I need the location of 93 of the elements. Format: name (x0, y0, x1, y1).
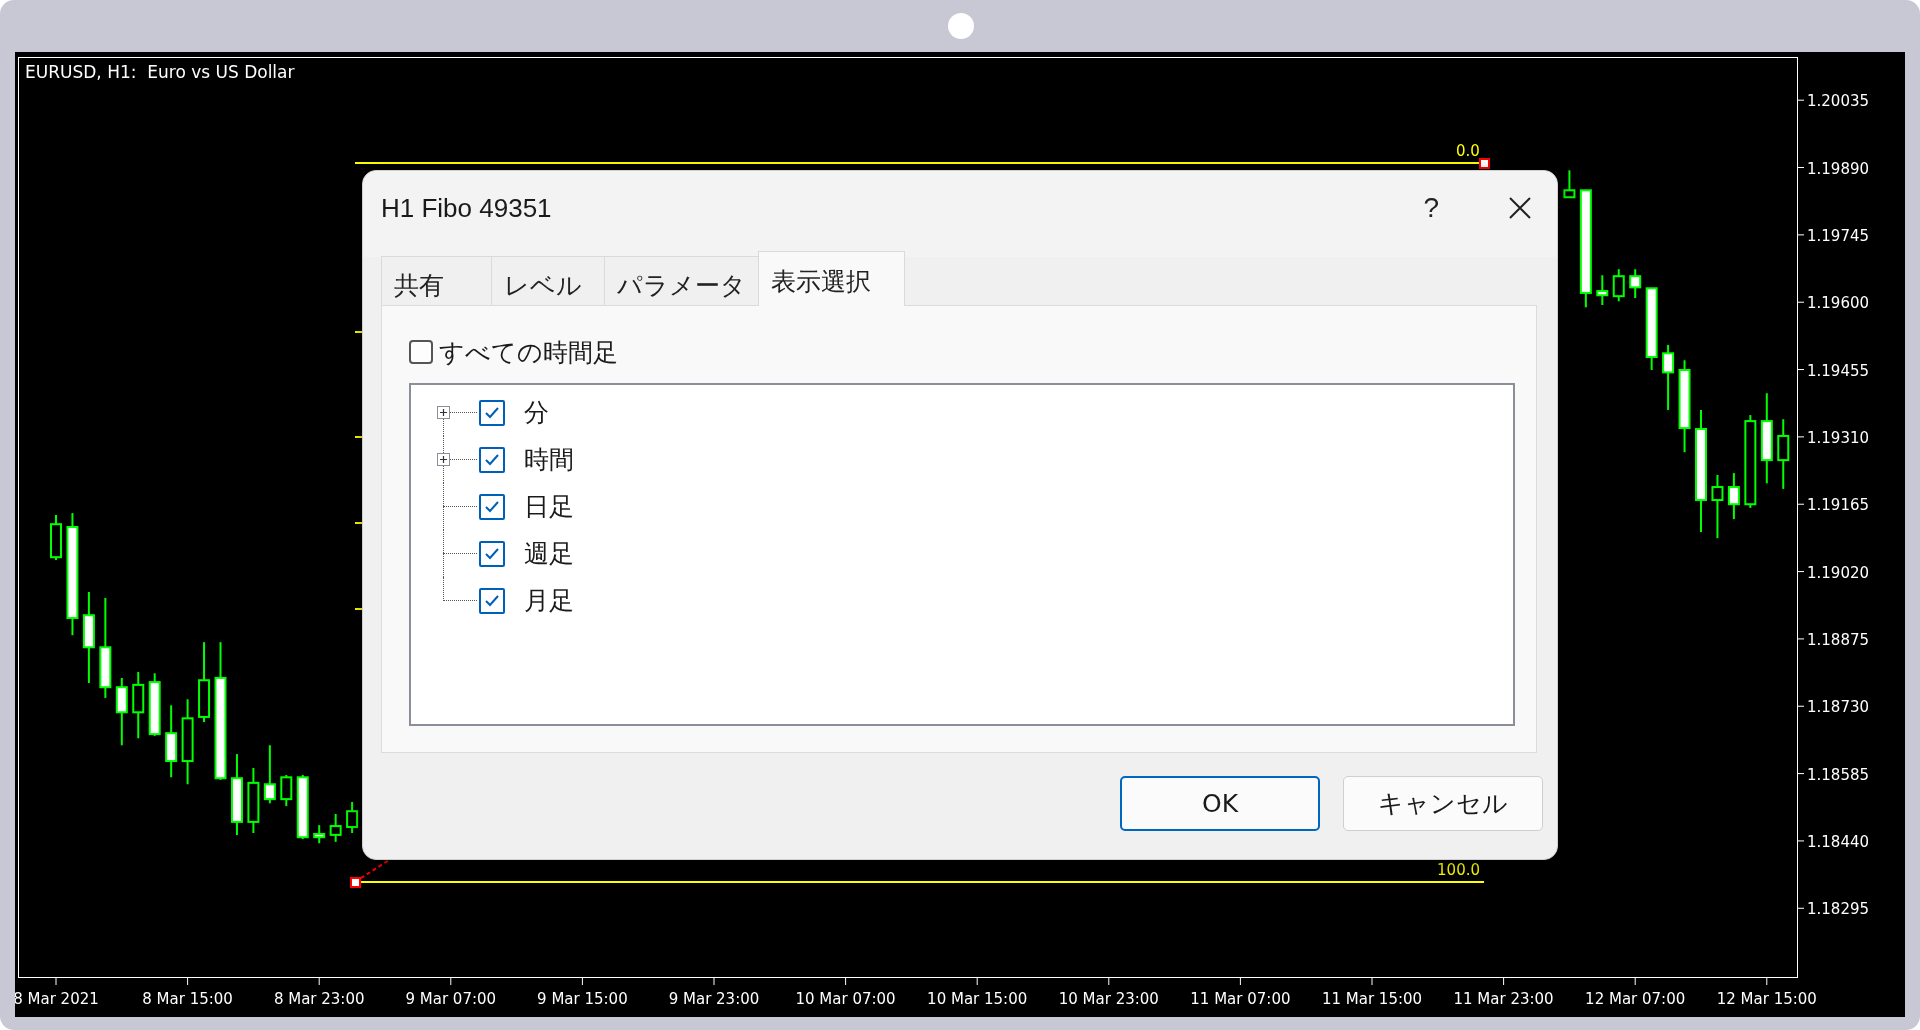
checkbox[interactable] (479, 493, 505, 520)
candle-body (230, 777, 243, 823)
candle-body (263, 783, 276, 801)
time-label: 11 Mar 07:00 (1190, 990, 1291, 1008)
candle-body (1612, 275, 1625, 298)
help-button[interactable]: ? (1417, 192, 1445, 236)
candle-body (1777, 434, 1790, 462)
anchor-handle[interactable] (350, 877, 361, 888)
time-label: 10 Mar 23:00 (1058, 990, 1159, 1008)
price-label: 1.20035 (1807, 92, 1870, 111)
tree-item-label[interactable]: 時間 (524, 443, 574, 476)
time-label: 12 Mar 07:00 (1585, 990, 1686, 1008)
candle-wick (351, 800, 354, 835)
checkbox-label: すべての時間足 (439, 336, 618, 369)
price-label: 1.18875 (1807, 630, 1870, 649)
time-label: 9 Mar 23:00 (668, 990, 760, 1008)
time-label: 10 Mar 15:00 (927, 990, 1028, 1008)
candle-wick (1601, 274, 1604, 306)
candle-body (247, 781, 260, 823)
tab[interactable]: 表示選択 (758, 251, 905, 306)
candle-body (181, 717, 194, 763)
candle-body (148, 681, 161, 736)
candle-body (1711, 486, 1724, 502)
tab[interactable]: 共有 (381, 256, 492, 305)
tree-item-label[interactable]: 分 (524, 396, 549, 429)
candle-body (1645, 287, 1658, 358)
plus-icon (438, 454, 449, 465)
price-label: 1.19745 (1807, 226, 1870, 245)
candle-body (1662, 352, 1675, 374)
candle-wick (1732, 472, 1735, 521)
checkbox[interactable] (479, 399, 505, 426)
price-label: 1.18730 (1807, 698, 1870, 717)
candle-body (1563, 189, 1576, 199)
candle-body (296, 776, 309, 839)
candle-wick (1617, 268, 1620, 303)
candle-body (1596, 290, 1609, 297)
candle-body (1629, 275, 1642, 289)
candle-wick (318, 824, 321, 845)
time-label: 9 Mar 07:00 (405, 990, 497, 1008)
candle-wick (268, 744, 271, 805)
price-label: 1.19600 (1807, 294, 1870, 313)
fibo-level-label: 100.0 (1437, 861, 1480, 879)
expand-button[interactable] (437, 406, 450, 419)
time-label: 9 Mar 15:00 (537, 990, 628, 1008)
candle-body (313, 832, 326, 839)
candle-body (329, 825, 342, 836)
tree-item-label[interactable]: 日足 (524, 490, 574, 523)
price-label: 1.18295 (1807, 900, 1870, 919)
candle-wick (1667, 343, 1670, 411)
price-label: 1.18440 (1807, 832, 1870, 851)
candle-body (132, 683, 145, 714)
candle-body (165, 732, 178, 763)
price-label: 1.19165 (1807, 496, 1870, 515)
candle-body (198, 679, 211, 718)
time-label: 11 Mar 23:00 (1453, 990, 1554, 1008)
checkbox[interactable] (479, 587, 505, 614)
candle-body (346, 810, 359, 828)
candle-body (1678, 369, 1691, 430)
time-label: 10 Mar 07:00 (795, 990, 896, 1008)
price-label: 1.19890 (1807, 159, 1870, 178)
candle-body (82, 614, 95, 649)
time-label: 8 Mar 23:00 (273, 990, 365, 1008)
candle-wick (1716, 473, 1719, 540)
price-label: 1.19020 (1807, 563, 1870, 582)
fibo-level-label: 0.0 (1456, 142, 1480, 160)
candle-body (280, 776, 293, 801)
camera-dot-icon (948, 13, 974, 39)
checkbox[interactable] (409, 340, 433, 364)
price-label: 1.18585 (1807, 765, 1870, 784)
dialog-button[interactable]: OK (1120, 776, 1320, 831)
anchor-handle[interactable] (1479, 158, 1490, 169)
checkbox[interactable] (479, 446, 505, 473)
time-label: 11 Mar 15:00 (1321, 990, 1423, 1008)
time-label: 8 Mar 2021 (15, 990, 99, 1008)
dialog-title: H1 Fibo 49351 (381, 192, 553, 225)
expand-button[interactable] (437, 453, 450, 466)
time-label: 12 Mar 15:00 (1716, 990, 1817, 1008)
candle-wick (1634, 268, 1637, 300)
checkbox[interactable] (479, 540, 505, 567)
tree-item-label[interactable]: 週足 (524, 537, 574, 570)
candle-wick (334, 813, 337, 843)
dialog-button[interactable]: キャンセル (1343, 776, 1543, 831)
chart-title: EURUSD, H1: Euro vs US Dollar (25, 62, 295, 82)
candle-body (50, 523, 62, 559)
candle-body (115, 686, 128, 714)
price-label: 1.19455 (1807, 361, 1870, 380)
time-label: 8 Mar 15:00 (142, 990, 233, 1008)
candle-body (99, 646, 112, 689)
tree-item-label[interactable]: 月足 (524, 584, 574, 617)
candle-body (1760, 420, 1773, 462)
price-label: 1.19310 (1807, 428, 1870, 447)
candle-body (1727, 486, 1740, 506)
plus-icon (438, 407, 449, 418)
